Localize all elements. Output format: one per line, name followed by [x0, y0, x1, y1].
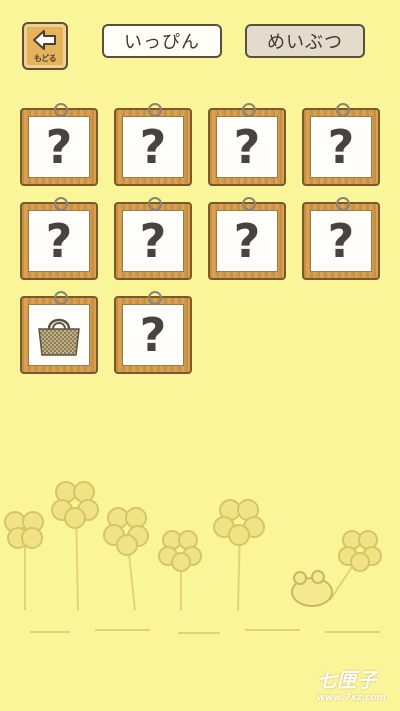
arrow-left-icon: [33, 30, 56, 50]
collection-card[interactable]: ?: [20, 103, 98, 186]
tab-specialties[interactable]: めいぶつ: [245, 24, 365, 58]
hanger-ring-icon: [336, 197, 350, 211]
clover-icon: [338, 530, 382, 572]
hanger-ring-icon: [54, 103, 68, 117]
tote-bag-icon: [38, 318, 80, 356]
unknown-item-icon: ?: [233, 214, 261, 268]
hanger-ring-icon: [242, 103, 256, 117]
unknown-item-icon: ?: [139, 308, 167, 362]
collection-card[interactable]: ?: [114, 197, 192, 280]
collection-card[interactable]: ?: [114, 291, 192, 374]
unknown-item-icon: ?: [139, 120, 167, 174]
hanger-ring-icon: [148, 103, 162, 117]
hanger-ring-icon: [148, 197, 162, 211]
collection-card-tote-bag[interactable]: [20, 291, 98, 374]
hanger-ring-icon: [54, 197, 68, 211]
watermark: 七匣子 www.7xz.com: [316, 668, 386, 703]
back-button[interactable]: もどる: [22, 22, 68, 70]
collection-card[interactable]: ?: [302, 197, 380, 280]
collection-card[interactable]: ?: [20, 197, 98, 280]
tab-items[interactable]: いっぴん: [102, 24, 222, 58]
unknown-item-icon: ?: [327, 214, 355, 268]
collection-card[interactable]: ?: [302, 103, 380, 186]
hanger-ring-icon: [54, 291, 68, 305]
clover-icon: [213, 499, 265, 546]
unknown-item-icon: ?: [139, 214, 167, 268]
clover-icon: [4, 511, 44, 549]
hanger-ring-icon: [148, 291, 162, 305]
collection-card[interactable]: ?: [208, 103, 286, 186]
unknown-item-icon: ?: [233, 120, 261, 174]
hanger-ring-icon: [336, 103, 350, 117]
frog-icon: [291, 570, 333, 607]
unknown-item-icon: ?: [327, 120, 355, 174]
collection-card[interactable]: ?: [114, 103, 192, 186]
hanger-ring-icon: [242, 197, 256, 211]
collection-card[interactable]: ?: [208, 197, 286, 280]
clover-icon: [103, 507, 149, 556]
clover-icon: [158, 530, 202, 572]
back-button-label: もどる: [33, 54, 57, 63]
clover-icon: [51, 481, 99, 529]
unknown-item-icon: ?: [45, 214, 73, 268]
unknown-item-icon: ?: [45, 120, 73, 174]
